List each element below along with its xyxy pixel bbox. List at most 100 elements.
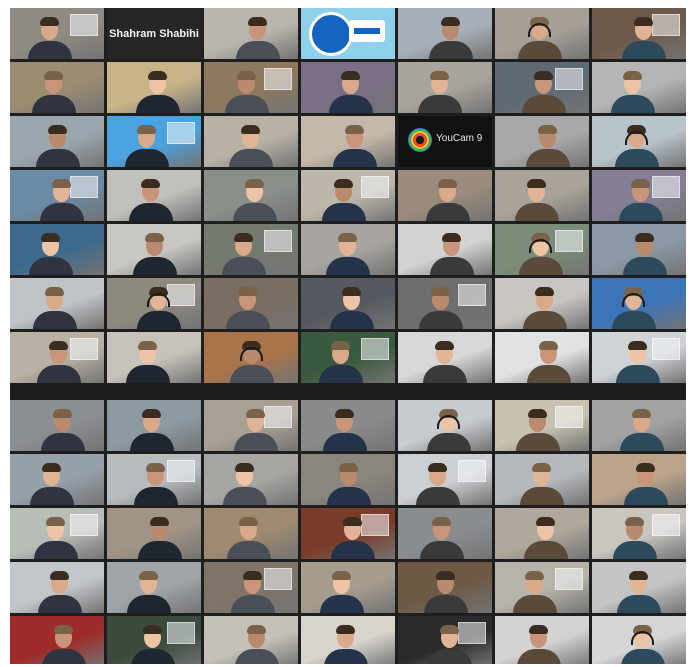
participant-video-tile[interactable]	[107, 116, 201, 167]
participant-video-tile[interactable]	[398, 170, 492, 221]
participant-video-tile[interactable]	[301, 400, 395, 451]
participant-video-tile[interactable]	[398, 62, 492, 113]
participant-avatar	[38, 569, 82, 613]
participant-video-tile[interactable]	[495, 508, 589, 559]
participant-video-tile[interactable]	[592, 8, 686, 59]
participant-video-tile[interactable]	[495, 400, 589, 451]
participant-video-tile[interactable]	[10, 170, 104, 221]
participant-avatar	[427, 407, 471, 451]
participant-avatar	[229, 123, 273, 167]
participant-avatar	[28, 15, 72, 59]
participant-avatar	[612, 285, 656, 329]
participant-video-tile[interactable]	[107, 616, 201, 664]
participant-video-tile[interactable]	[107, 562, 201, 613]
participant-video-tile[interactable]	[398, 562, 492, 613]
participant-video-tile[interactable]	[10, 278, 104, 329]
participant-video-tile[interactable]	[10, 8, 104, 59]
participant-video-tile[interactable]	[592, 508, 686, 559]
participant-video-tile[interactable]	[301, 562, 395, 613]
participant-video-tile[interactable]	[204, 508, 298, 559]
participant-video-tile[interactable]	[495, 62, 589, 113]
participant-video-tile[interactable]	[107, 224, 201, 275]
participant-video-tile[interactable]	[592, 332, 686, 383]
youcam-placeholder-tile[interactable]: YouCam 9	[398, 116, 492, 167]
participant-video-tile[interactable]	[10, 508, 104, 559]
participant-avatar	[136, 69, 180, 113]
participant-avatar	[231, 569, 275, 613]
participant-avatar	[125, 123, 169, 167]
participant-video-tile[interactable]	[495, 8, 589, 59]
participant-video-tile[interactable]	[10, 116, 104, 167]
participant-video-tile[interactable]	[10, 332, 104, 383]
participant-video-tile[interactable]	[204, 400, 298, 451]
participant-video-tile[interactable]	[10, 400, 104, 451]
participant-video-tile[interactable]	[398, 400, 492, 451]
participant-avatar	[327, 461, 371, 505]
participant-video-tile[interactable]	[495, 616, 589, 664]
participant-video-tile[interactable]	[398, 224, 492, 275]
participant-video-tile[interactable]	[10, 62, 104, 113]
participant-video-tile[interactable]	[495, 224, 589, 275]
participant-video-tile[interactable]	[398, 508, 492, 559]
participant-name-tile[interactable]: Shahram Shabihi	[107, 8, 201, 59]
participant-video-tile[interactable]	[10, 224, 104, 275]
participant-avatar	[516, 407, 560, 451]
participant-video-tile[interactable]	[204, 616, 298, 664]
participant-video-tile[interactable]	[107, 278, 201, 329]
participant-avatar	[522, 69, 566, 113]
participant-avatar	[523, 285, 567, 329]
virtual-background-logo-tile[interactable]	[301, 8, 395, 59]
participant-video-tile[interactable]	[398, 616, 492, 664]
participant-video-tile[interactable]	[204, 562, 298, 613]
participant-video-tile[interactable]	[301, 454, 395, 505]
participant-video-tile[interactable]	[398, 332, 492, 383]
participant-video-tile[interactable]	[592, 454, 686, 505]
participant-video-tile[interactable]	[592, 170, 686, 221]
participant-video-tile[interactable]	[204, 454, 298, 505]
participant-video-tile[interactable]	[495, 170, 589, 221]
participant-video-tile[interactable]	[10, 454, 104, 505]
participant-video-tile[interactable]	[301, 332, 395, 383]
participant-video-tile[interactable]	[107, 508, 201, 559]
participant-video-tile[interactable]	[107, 332, 201, 383]
participant-video-tile[interactable]	[398, 8, 492, 59]
participant-video-tile[interactable]	[592, 278, 686, 329]
participant-video-tile[interactable]	[204, 224, 298, 275]
participant-video-tile[interactable]	[10, 562, 104, 613]
participant-video-tile[interactable]	[301, 616, 395, 664]
participant-video-tile[interactable]	[495, 332, 589, 383]
participant-avatar	[29, 231, 73, 275]
participant-video-tile[interactable]	[592, 224, 686, 275]
participant-avatar	[323, 407, 367, 451]
participant-video-tile[interactable]	[301, 224, 395, 275]
participant-video-tile[interactable]	[398, 454, 492, 505]
participant-video-tile[interactable]	[204, 170, 298, 221]
participant-video-tile[interactable]	[301, 278, 395, 329]
participant-video-tile[interactable]	[107, 454, 201, 505]
participant-video-tile[interactable]	[107, 400, 201, 451]
participant-video-tile[interactable]	[204, 62, 298, 113]
participant-video-tile[interactable]	[107, 170, 201, 221]
participant-video-tile[interactable]	[592, 562, 686, 613]
participant-avatar	[615, 123, 659, 167]
participant-video-tile[interactable]	[301, 116, 395, 167]
participant-video-tile[interactable]	[301, 170, 395, 221]
participant-video-tile[interactable]	[495, 454, 589, 505]
participant-video-tile[interactable]	[592, 116, 686, 167]
participant-video-tile[interactable]	[592, 400, 686, 451]
participant-video-tile[interactable]	[204, 278, 298, 329]
participant-video-tile[interactable]	[107, 62, 201, 113]
participant-video-tile[interactable]	[204, 332, 298, 383]
participant-video-tile[interactable]	[204, 116, 298, 167]
participant-video-tile[interactable]	[592, 62, 686, 113]
participant-video-tile[interactable]	[10, 616, 104, 664]
participant-video-tile[interactable]	[301, 508, 395, 559]
participant-video-tile[interactable]	[592, 616, 686, 664]
participant-video-tile[interactable]	[495, 562, 589, 613]
participant-video-tile[interactable]	[495, 116, 589, 167]
participant-video-tile[interactable]	[301, 62, 395, 113]
participant-video-tile[interactable]	[495, 278, 589, 329]
participant-avatar	[513, 569, 557, 613]
participant-video-tile[interactable]	[204, 8, 298, 59]
participant-video-tile[interactable]	[398, 278, 492, 329]
